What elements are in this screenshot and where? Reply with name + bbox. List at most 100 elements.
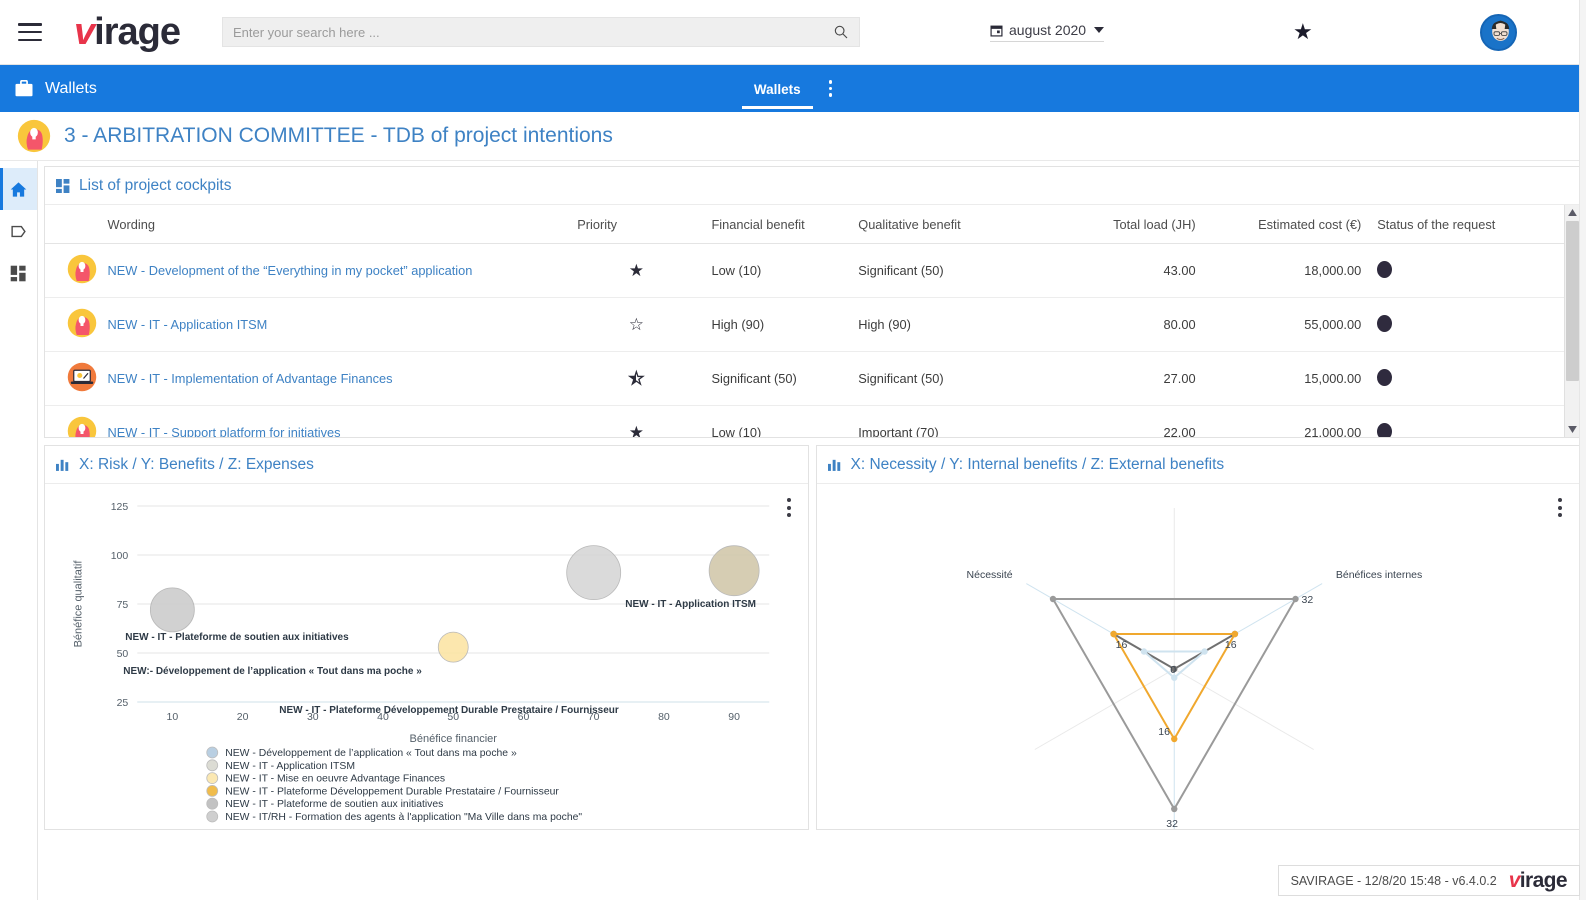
row-status-cell[interactable]: [1369, 405, 1579, 437]
radar-data-point[interactable]: [1200, 648, 1208, 655]
page-body: List of project cockpits Wording Priorit…: [0, 0, 1586, 900]
tab-wallets[interactable]: Wallets: [741, 68, 813, 109]
priority-star-full-icon[interactable]: ★: [629, 261, 644, 280]
status-indicator-dot: [1377, 368, 1393, 386]
scroll-down-arrow-icon[interactable]: [1565, 422, 1579, 437]
legend-label[interactable]: NEW - IT/RH - Formation des agents à l'a…: [225, 812, 582, 823]
bubble-chart-options-icon[interactable]: [786, 498, 791, 517]
priority-star-half-icon[interactable]: ★★: [628, 369, 645, 387]
favorites-star-icon[interactable]: ★: [1293, 21, 1313, 43]
radar-tick-label: 16: [1158, 726, 1170, 738]
radar-data-point[interactable]: [1291, 595, 1299, 603]
bubble-point[interactable]: [149, 587, 195, 633]
legend-label[interactable]: NEW - IT - Plateforme Développement Dura…: [225, 786, 559, 797]
row-icon-cell: [45, 405, 100, 437]
table-row[interactable]: NEW - IT - Implementation of Advantage F…: [45, 351, 1579, 406]
table-header-row: Wording Priority Financial benefit Quali…: [45, 205, 1579, 244]
radar-data-point[interactable]: [1140, 648, 1147, 655]
point-annotation: NEW - IT - Plateforme Développement Dura…: [279, 705, 619, 716]
scroll-up-arrow-icon[interactable]: [1565, 205, 1579, 220]
legend-label[interactable]: NEW - IT - Application ITSM: [225, 761, 355, 772]
main-content: List of project cockpits Wording Priorit…: [38, 161, 1586, 900]
search-box[interactable]: [221, 17, 860, 47]
row-priority-cell[interactable]: ★★: [569, 351, 704, 406]
col-status[interactable]: Status of the request: [1369, 205, 1579, 244]
radar-data-point[interactable]: [1049, 595, 1056, 603]
search-icon[interactable]: [833, 24, 849, 40]
date-period-selector[interactable]: august 2020: [990, 22, 1105, 42]
priority-star-full-icon[interactable]: ★: [629, 423, 644, 437]
table-vertical-scrollbar[interactable]: [1564, 205, 1579, 437]
row-status-cell[interactable]: [1369, 351, 1579, 406]
app-logo: virage: [74, 13, 181, 51]
col-financial-benefit[interactable]: Financial benefit: [703, 205, 851, 244]
user-avatar[interactable]: [1480, 13, 1517, 51]
chevron-down-icon[interactable]: [1094, 27, 1105, 33]
row-priority-cell[interactable]: ★: [569, 243, 704, 298]
x-tick-label: 10: [167, 711, 179, 723]
row-wording-link[interactable]: NEW - IT - Implementation of Advantage F…: [99, 351, 570, 406]
radar-data-point[interactable]: [1170, 805, 1177, 813]
radar-data-point[interactable]: [1231, 630, 1238, 638]
legend-swatch[interactable]: [206, 797, 219, 810]
search-input[interactable]: [232, 24, 833, 40]
row-financial-benefit: Significant (50): [703, 351, 851, 406]
hamburger-menu-icon[interactable]: [18, 23, 42, 41]
row-wording-link[interactable]: NEW - Development of the “Everything in …: [99, 243, 570, 298]
table-header: Wording Priority Financial benefit Quali…: [45, 205, 1579, 244]
scrollbar-thumb[interactable]: [1566, 221, 1579, 381]
idea-head-icon: [67, 254, 97, 284]
radar-axis-label: Nécessité: [966, 569, 1012, 581]
col-estimated-cost[interactable]: Estimated cost (€): [1203, 205, 1370, 244]
project-cockpits-panel: List of project cockpits Wording Priorit…: [44, 166, 1580, 438]
table-row[interactable]: NEW - IT - Application ITSM ☆ High (90) Hig…: [45, 297, 1579, 352]
legend-label[interactable]: NEW - IT - Mise en oeuvre Advantage Fina…: [225, 774, 445, 785]
row-total-load: 27.00: [1030, 351, 1204, 406]
footer-logo-accent: v: [1508, 869, 1521, 892]
legend-swatch[interactable]: [206, 784, 219, 797]
row-wording-link[interactable]: NEW - IT - Application ITSM: [99, 297, 570, 352]
row-status-cell[interactable]: [1369, 297, 1579, 352]
bubble-chart-svg[interactable]: 25507510012510 20 30 40 50 60 70 80 90Bénéfice f…: [45, 484, 808, 829]
y-tick-label: 50: [117, 648, 129, 660]
bubble-point[interactable]: [437, 631, 469, 663]
point-annotation: NEW - IT - Plateforme de soutien aux ini…: [125, 632, 349, 643]
priority-star-empty-icon[interactable]: ☆: [629, 315, 644, 334]
legend-swatch[interactable]: [206, 746, 219, 759]
col-qualitative-benefit[interactable]: Qualitative benefit: [850, 205, 1031, 244]
sidebar-item-home[interactable]: [0, 168, 37, 210]
radar-data-point[interactable]: [1109, 630, 1117, 638]
table-row[interactable]: NEW - IT - Support platform for initiati…: [45, 405, 1579, 437]
legend-swatch[interactable]: [206, 759, 219, 772]
panel-title: List of project cockpits: [79, 176, 232, 194]
footer-logo-rest: irage: [1519, 869, 1568, 892]
bubble-chart-body: 25 50 75 100 125 10 20 30 40 50 60 70 80 90 Bénéfice f…: [45, 484, 808, 829]
row-estimated-cost: 18,000.00: [1203, 243, 1370, 298]
radar-data-point[interactable]: [1170, 735, 1177, 743]
table-row[interactable]: NEW - Development of the “Everything in …: [45, 243, 1579, 298]
row-financial-benefit: High (90): [703, 297, 851, 352]
y-tick-label: 25: [117, 697, 129, 709]
row-priority-cell[interactable]: ★: [569, 405, 704, 437]
radar-chart-svg[interactable]: 16161632320NécessitéBénéfices internesBé…: [817, 484, 1580, 829]
legend-swatch[interactable]: [206, 772, 219, 785]
legend-label[interactable]: NEW - IT - Plateforme de soutien aux ini…: [225, 799, 443, 810]
sidebar-item-tag[interactable]: [0, 210, 37, 252]
footer-logo: virage: [1508, 869, 1568, 892]
bubble-point[interactable]: [566, 545, 622, 601]
sidebar-item-dashboard[interactable]: [0, 252, 37, 294]
nav-overflow-icon[interactable]: [825, 76, 837, 101]
point-annotation: NEW - IT - Application ITSM: [625, 599, 756, 610]
row-wording-link[interactable]: NEW - IT - Support platform for initiati…: [99, 405, 570, 437]
row-status-cell[interactable]: [1369, 243, 1579, 298]
bubble-point[interactable]: [708, 545, 760, 597]
legend-swatch[interactable]: [206, 810, 219, 823]
row-total-load: 22.00: [1030, 405, 1204, 437]
row-priority-cell[interactable]: ☆: [569, 297, 704, 352]
idea-head-icon: [67, 308, 97, 338]
radar-chart-options-icon[interactable]: [1558, 498, 1562, 517]
col-wording[interactable]: Wording: [99, 205, 570, 244]
col-total-load[interactable]: Total load (JH): [1030, 205, 1204, 244]
legend-label[interactable]: NEW - Développement de l’application « T…: [225, 748, 517, 759]
col-priority[interactable]: Priority: [569, 205, 704, 244]
